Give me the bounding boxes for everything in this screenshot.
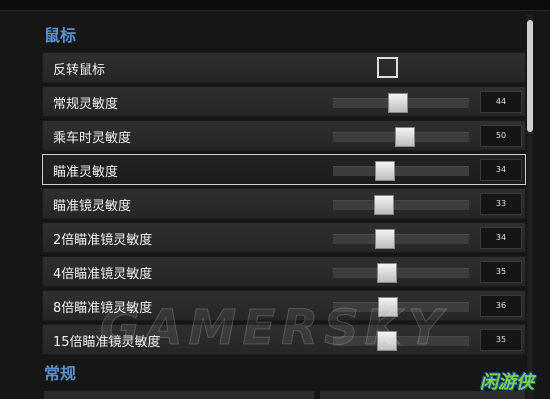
slider-value-box[interactable]: 35 xyxy=(480,261,522,283)
top-bar xyxy=(0,0,550,11)
setting-row[interactable]: 15倍瞄准镜灵敏度 35 xyxy=(42,324,526,355)
setting-row[interactable]: 2倍瞄准镜灵敏度 34 xyxy=(42,222,526,253)
setting-row[interactable]: 反转鼠标 xyxy=(42,52,526,83)
slider-value-box[interactable]: 36 xyxy=(480,295,522,317)
section-title-mouse: 鼠标 xyxy=(44,26,77,45)
site-logo: 闲游侠 xyxy=(480,372,534,393)
setting-row[interactable]: 瞄准灵敏度 34 xyxy=(42,154,526,185)
slider-thumb[interactable] xyxy=(375,161,396,181)
scrollbar-thumb[interactable] xyxy=(527,20,533,132)
sensitivity-slider[interactable] xyxy=(333,297,469,317)
section-title-general: 常规 xyxy=(44,364,77,383)
slider-thumb[interactable] xyxy=(377,297,398,317)
setting-row[interactable]: 8倍瞄准镜灵敏度 36 xyxy=(42,290,526,321)
setting-label: 8倍瞄准镜灵敏度 xyxy=(53,301,153,316)
slider-thumb[interactable] xyxy=(395,127,416,147)
setting-label: 4倍瞄准镜灵敏度 xyxy=(53,267,153,282)
setting-label: 乘车时灵敏度 xyxy=(53,131,132,146)
slider-value-box[interactable]: 34 xyxy=(480,159,522,181)
sensitivity-slider[interactable] xyxy=(333,127,469,147)
setting-label: 瞄准灵敏度 xyxy=(53,165,119,180)
sensitivity-slider[interactable] xyxy=(333,263,469,283)
setting-label: 2倍瞄准镜灵敏度 xyxy=(53,233,153,248)
next-row-partial xyxy=(44,391,314,399)
sensitivity-slider[interactable] xyxy=(333,229,469,249)
slider-value-box[interactable]: 35 xyxy=(480,329,522,351)
sensitivity-slider[interactable] xyxy=(333,331,469,351)
settings-list: 反转鼠标常规灵敏度 44 乘车时灵敏度 50 瞄准灵敏度 34 瞄准镜灵敏度 33 2倍瞄准镜灵… xyxy=(42,52,526,358)
slider-thumb[interactable] xyxy=(376,331,397,351)
invert-mouse-checkbox[interactable] xyxy=(377,57,398,78)
sensitivity-slider[interactable] xyxy=(333,161,469,181)
slider-value-box[interactable]: 44 xyxy=(480,91,522,113)
slider-value-box[interactable]: 34 xyxy=(480,227,522,249)
setting-label: 15倍瞄准镜灵敏度 xyxy=(53,335,161,350)
slider-thumb[interactable] xyxy=(376,263,397,283)
slider-thumb[interactable] xyxy=(375,229,396,249)
sensitivity-slider[interactable] xyxy=(333,195,469,215)
setting-row[interactable]: 常规灵敏度 44 xyxy=(42,86,526,117)
sensitivity-slider[interactable] xyxy=(333,93,469,113)
slider-value-box[interactable]: 33 xyxy=(480,193,522,215)
settings-panel: 鼠标 反转鼠标常规灵敏度 44 乘车时灵敏度 50 瞄准灵敏度 34 瞄准镜灵敏度 33 2倍瞄… xyxy=(38,14,530,399)
setting-row[interactable]: 4倍瞄准镜灵敏度 35 xyxy=(42,256,526,287)
setting-label: 反转鼠标 xyxy=(53,63,106,78)
scrollbar[interactable] xyxy=(527,14,533,399)
setting-label: 常规灵敏度 xyxy=(53,97,119,112)
setting-row[interactable]: 瞄准镜灵敏度 33 xyxy=(42,188,526,219)
slider-thumb[interactable] xyxy=(387,93,408,113)
setting-row[interactable]: 乘车时灵敏度 50 xyxy=(42,120,526,151)
slider-value-box[interactable]: 50 xyxy=(480,125,522,147)
setting-label: 瞄准镜灵敏度 xyxy=(53,199,132,214)
slider-thumb[interactable] xyxy=(374,195,395,215)
